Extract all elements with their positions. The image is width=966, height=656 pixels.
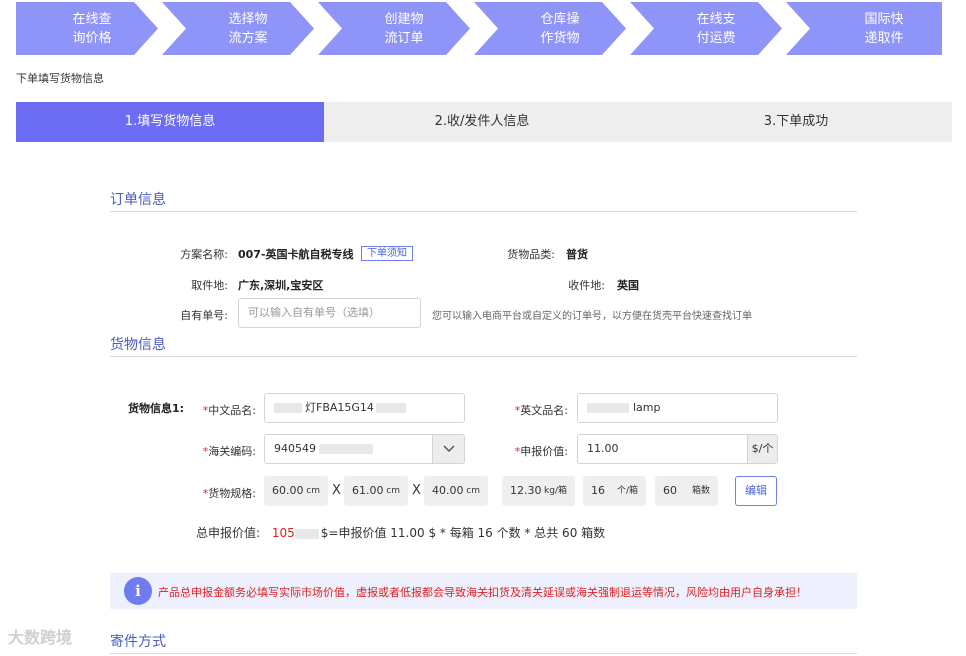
- goods-section-title: 货物信息: [110, 337, 166, 353]
- redacted-mask: [294, 528, 319, 539]
- hs-code-select[interactable]: 940549: [264, 434, 465, 464]
- declared-value-label: 申报价值:: [520, 445, 568, 458]
- process-step-pickup[interactable]: 国际快 递取件: [824, 2, 944, 55]
- tab-order-success[interactable]: 3.下单成功: [640, 102, 952, 142]
- cn-name-input[interactable]: 灯FBA15G14: [264, 393, 465, 423]
- process-bar: 在线查 询价格 选择物 流方案 创建物 流订单 仓库操 作货物 在线支 付运费 国际快 递取…: [16, 2, 942, 55]
- risk-notice: i 产品总申报金额务必填写实际市场价值，虚报或者低报都会导致海关扣货及清关延误或…: [110, 573, 857, 609]
- own-order-input[interactable]: 可以输入自有单号（选填）: [238, 298, 421, 328]
- tab-sender-receiver[interactable]: 2.收/发件人信息: [324, 102, 640, 142]
- edit-button[interactable]: 编辑: [735, 476, 777, 506]
- declared-value-input[interactable]: 11.00 $/个: [577, 434, 778, 464]
- redacted-mask: [319, 444, 373, 454]
- total-label: 总申报价值:: [196, 526, 261, 540]
- total-formula: $=申报价值 11.00 $ * 每箱 16 个数 * 总共 60 箱数: [320, 526, 606, 540]
- shipping-method-title: 寄件方式: [110, 634, 166, 650]
- order-section-title: 订单信息: [110, 192, 166, 208]
- category-label: 货物品类:: [507, 248, 555, 261]
- pickup-label: 取件地:: [191, 279, 228, 292]
- spec-label: 货物规格:: [208, 487, 256, 500]
- multiply-sign: X: [332, 483, 341, 498]
- length-input[interactable]: 60.00 cm: [264, 476, 328, 506]
- multiply-sign: X: [412, 483, 421, 498]
- process-step-warehouse[interactable]: 仓库操 作货物: [500, 2, 620, 55]
- pickup-value: 广东,深圳,宝安区: [238, 279, 324, 292]
- risk-notice-text: 产品总申报金额务必填写实际市场价值，虚报或者低报都会导致海关扣货及清关延误或海关…: [158, 586, 807, 599]
- hs-code-label: 海关编码:: [208, 445, 256, 458]
- process-chevrons: [134, 2, 810, 55]
- total-value: 105: [271, 526, 295, 540]
- destination-label: 收件地:: [568, 279, 605, 292]
- shipping-divider: [110, 653, 857, 654]
- boxes-input[interactable]: 60 箱数: [655, 476, 718, 506]
- total-declared: 总申报价值: 105 $=申报价值 11.00 $ * 每箱 16 个数 * 总共…: [196, 524, 605, 541]
- plan-label: 方案名称:: [180, 248, 228, 261]
- redacted-mask: [274, 403, 302, 413]
- process-step-query[interactable]: 在线查 询价格: [32, 2, 152, 55]
- own-order-hint: 您可以输入电商平台或自定义的订单号，以方便在货壳平台快速查找订单: [432, 311, 752, 322]
- redacted-mask: [375, 403, 406, 413]
- goods-divider: [110, 356, 857, 357]
- process-step-plan[interactable]: 选择物 流方案: [188, 2, 308, 55]
- breadcrumb: 下单填写货物信息: [16, 72, 104, 85]
- cn-name-label: 中文品名:: [208, 404, 256, 417]
- plan-value: 007-英国卡航自税专线: [238, 248, 354, 261]
- destination-value: 英国: [617, 279, 639, 292]
- category-value: 普货: [566, 248, 588, 261]
- wizard-tabs: 1.填写货物信息 2.收/发件人信息 3.下单成功: [16, 102, 952, 142]
- en-name-input[interactable]: lamp: [577, 393, 778, 423]
- per-box-input[interactable]: 16 个/箱: [583, 476, 646, 506]
- redacted-mask: [587, 403, 629, 413]
- weight-input[interactable]: 12.30 kg/箱: [502, 476, 575, 506]
- width-input[interactable]: 61.00 cm: [344, 476, 408, 506]
- process-step-pay[interactable]: 在线支 付运费: [656, 2, 776, 55]
- order-notice-link[interactable]: 下单须知: [361, 246, 413, 261]
- own-order-label: 自有单号:: [180, 309, 228, 322]
- chevron-down-icon[interactable]: [432, 435, 464, 463]
- order-divider: [110, 211, 857, 212]
- height-input[interactable]: 40.00 cm: [424, 476, 488, 506]
- info-icon: i: [124, 577, 152, 605]
- tab-goods-info[interactable]: 1.填写货物信息: [16, 102, 324, 142]
- en-name-label: 英文品名:: [520, 404, 568, 417]
- declared-unit: $/个: [747, 435, 777, 463]
- process-step-order[interactable]: 创建物 流订单: [344, 2, 464, 55]
- goods-item-label: 货物信息1:: [128, 402, 185, 415]
- watermark-logo: 大数跨境: [8, 628, 73, 647]
